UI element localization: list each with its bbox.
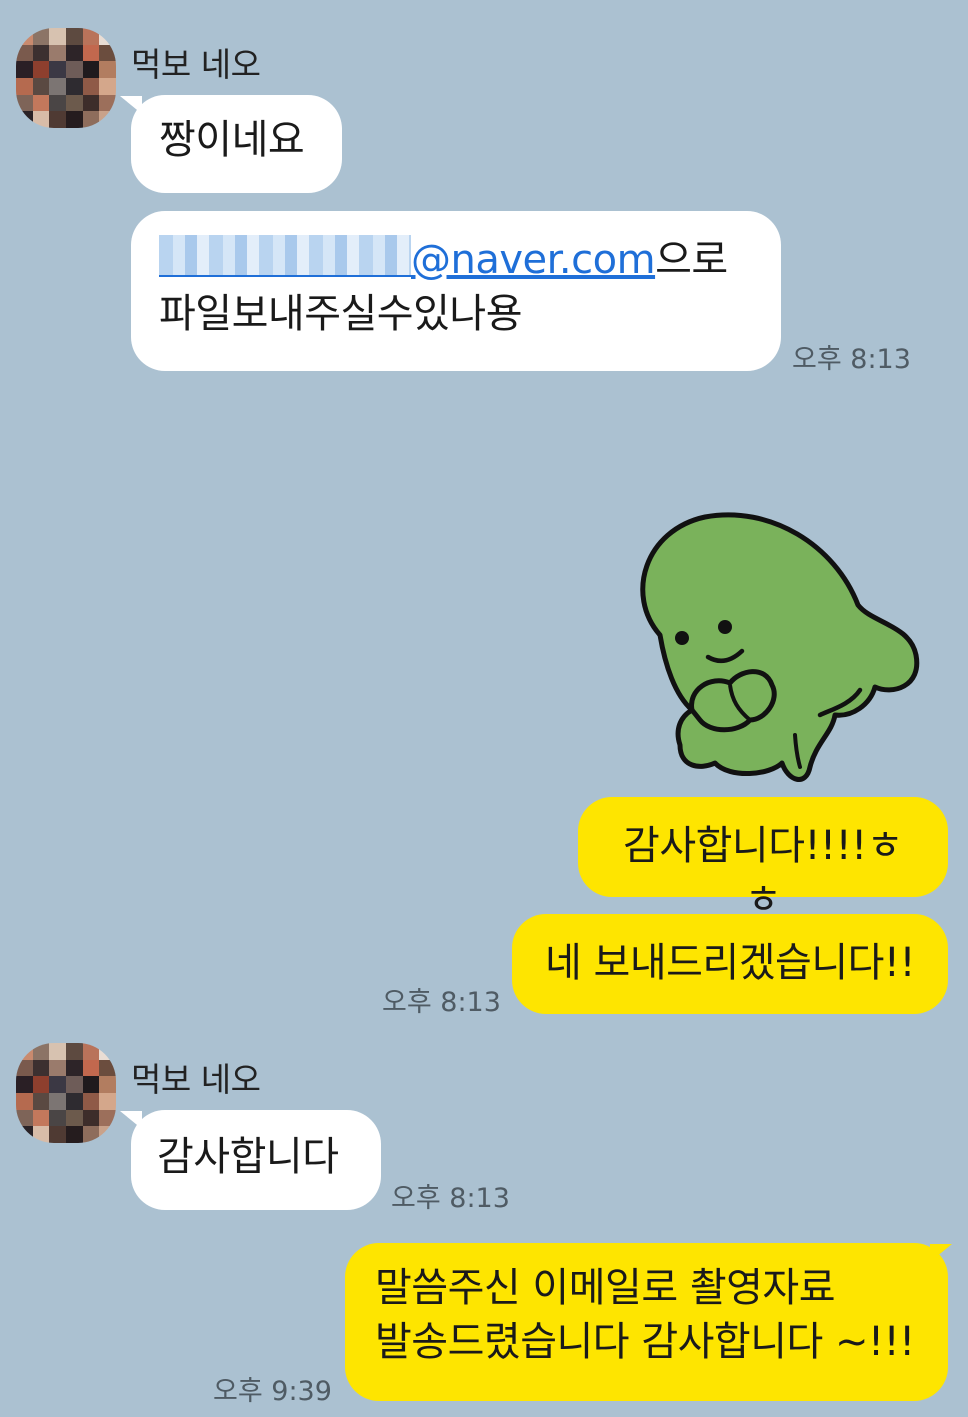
message-time: 오후 8:13 bbox=[382, 987, 501, 1018]
message-time: 오후 8:13 bbox=[391, 1183, 510, 1214]
message-text: 말씀주신 이메일로 촬영자료 bbox=[375, 1265, 836, 1311]
message-text: 으로 bbox=[655, 237, 728, 283]
message-text: 감사합니다!!!!ㅎㅎ bbox=[623, 823, 903, 923]
message-text: 짱이네요 bbox=[159, 117, 305, 163]
message-text: 발송드렸습니다 감사합니다 ~!!! bbox=[375, 1319, 915, 1365]
green-dinosaur-sticker[interactable] bbox=[620, 505, 930, 790]
message-text: 네 보내드리겠습니다!! bbox=[545, 940, 916, 986]
redacted-email-user bbox=[159, 235, 411, 277]
sender-name: 먹보 네오 bbox=[131, 1060, 261, 1099]
message-bubble-outgoing[interactable]: 감사합니다!!!!ㅎㅎ bbox=[578, 797, 948, 923]
sender-name: 먹보 네오 bbox=[131, 45, 261, 84]
message-bubble-outgoing[interactable]: 네 보내드리겠습니다!! bbox=[512, 914, 948, 1014]
message-text: 감사합니다 bbox=[157, 1134, 339, 1180]
message-bubble-incoming[interactable]: 짱이네요 bbox=[131, 95, 342, 193]
message-time: 오후 8:13 bbox=[792, 344, 911, 375]
avatar[interactable] bbox=[16, 1043, 116, 1143]
message-bubble-incoming[interactable]: @naver.com으로 파일보내주실수있나용 bbox=[131, 211, 781, 371]
message-time: 오후 9:39 bbox=[213, 1376, 332, 1407]
message-bubble-outgoing[interactable]: 말씀주신 이메일로 촬영자료 발송드렸습니다 감사합니다 ~!!! bbox=[345, 1243, 948, 1401]
message-text: 파일보내주실수있나용 bbox=[159, 291, 523, 337]
message-bubble-incoming[interactable]: 감사합니다 bbox=[131, 1110, 381, 1210]
email-link[interactable]: @naver.com bbox=[159, 235, 656, 283]
avatar[interactable] bbox=[16, 28, 116, 128]
